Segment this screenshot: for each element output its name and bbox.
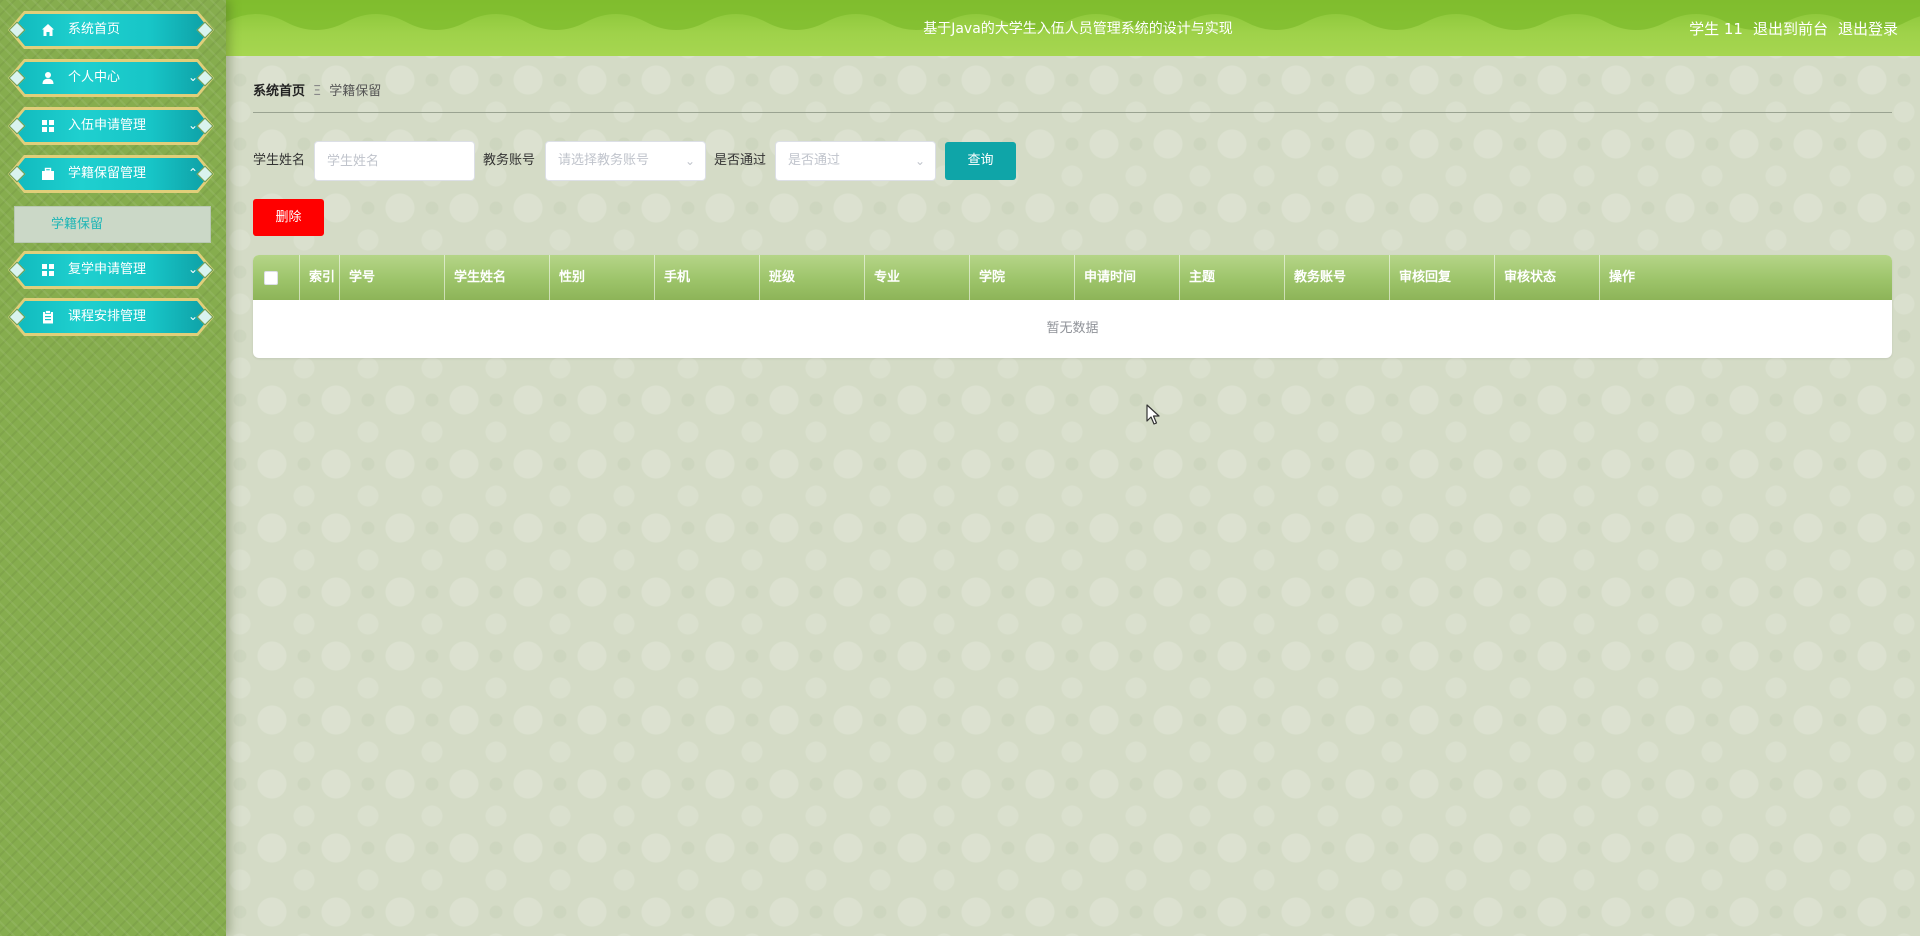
column-header: 审核回复: [1390, 255, 1495, 300]
select-all-cell: [253, 255, 300, 300]
select-all-checkbox[interactable]: [264, 271, 278, 285]
column-header: 申请时间: [1075, 255, 1180, 300]
chevron-up-icon: ⌃: [187, 166, 198, 180]
clipboard-icon: [40, 309, 56, 325]
breadcrumb-separator: Ξ: [313, 84, 322, 99]
sidebar: 系统首页 个人中心 ⌄ 入伍申请管理 ⌄ 学籍保留管理 ⌃ 学籍保留 复学申请管…: [0, 0, 226, 936]
logout-link[interactable]: 退出登录: [1838, 19, 1898, 39]
chevron-down-icon: ⌄: [187, 309, 198, 323]
table-header: 索引 学号 学生姓名 性别 手机 班级 专业 学院 申请时间 主题 教务账号 审…: [253, 255, 1892, 300]
student-name-input[interactable]: [314, 141, 475, 181]
top-bar: 基于Java的大学生入伍人员管理系统的设计与实现 学生 11 退出到前台 退出登…: [226, 0, 1920, 56]
column-header: 操作: [1609, 270, 1636, 285]
home-icon: [40, 22, 56, 38]
pass-status-select[interactable]: 是否通过 ⌄: [775, 141, 936, 181]
column-header: 学院: [970, 255, 1075, 300]
column-header: 班级: [760, 255, 865, 300]
student-name-label: 学生姓名: [253, 153, 306, 168]
current-user: 学生 11: [1689, 20, 1743, 38]
mouse-cursor-icon: [1146, 404, 1160, 425]
breadcrumb: 系统首页 Ξ 学籍保留: [253, 82, 1892, 113]
sidebar-item-course-schedule[interactable]: 课程安排管理 ⌄: [8, 298, 214, 336]
sidebar-item-label: 复学申请管理: [68, 262, 147, 277]
column-header: 学生姓名: [445, 255, 550, 300]
sidebar-item-personal-center[interactable]: 个人中心 ⌄: [8, 59, 214, 97]
sidebar-item-resume-study[interactable]: 复学申请管理 ⌄: [8, 251, 214, 289]
column-header: 手机: [655, 255, 760, 300]
sidebar-item-home[interactable]: 系统首页: [8, 11, 214, 49]
column-header: 审核状态: [1495, 255, 1600, 300]
pass-status-label: 是否通过: [714, 153, 767, 168]
chevron-down-icon: ⌄: [187, 262, 198, 276]
pass-status-select-placeholder: 是否通过: [788, 153, 841, 168]
user-menu: 学生 11 退出到前台 退出登录: [1689, 19, 1898, 39]
column-header: 专业: [865, 255, 970, 300]
account-select-placeholder: 请选择教务账号: [558, 153, 650, 168]
grid-icon: [40, 262, 56, 278]
sidebar-item-enlist-application[interactable]: 入伍申请管理 ⌄: [8, 107, 214, 145]
sidebar-item-status-retention[interactable]: 学籍保留管理 ⌃: [8, 155, 214, 193]
chevron-down-icon: ⌄: [914, 154, 925, 168]
account-select[interactable]: 请选择教务账号 ⌄: [545, 141, 706, 181]
submenu-item-status-retention[interactable]: 学籍保留: [14, 206, 211, 243]
account-label: 教务账号: [483, 153, 536, 168]
column-header: 学号: [340, 255, 445, 300]
chevron-down-icon: ⌄: [684, 154, 695, 168]
empty-state: 暂无数据: [1046, 321, 1099, 336]
column-header: 性别: [550, 255, 655, 300]
sidebar-item-label: 系统首页: [68, 22, 121, 37]
delete-button[interactable]: 删除: [253, 199, 324, 236]
user-icon: [40, 70, 56, 86]
column-header: 教务账号: [1285, 255, 1390, 300]
sidebar-item-label: 课程安排管理: [68, 309, 147, 324]
sidebar-item-label: 学籍保留管理: [68, 166, 147, 181]
back-to-front-link[interactable]: 退出到前台: [1753, 19, 1828, 39]
query-button[interactable]: 查询: [945, 142, 1016, 180]
breadcrumb-home[interactable]: 系统首页: [253, 84, 305, 99]
chevron-down-icon: ⌄: [187, 118, 198, 132]
page-title: 基于Java的大学生入伍人员管理系统的设计与实现: [923, 21, 1233, 37]
grid-icon: [40, 118, 56, 134]
sidebar-item-label: 个人中心: [68, 70, 121, 85]
sidebar-item-label: 入伍申请管理: [68, 118, 147, 133]
chevron-down-icon: ⌄: [187, 70, 198, 84]
column-header: 索引: [300, 255, 340, 300]
data-table: 索引 学号 学生姓名 性别 手机 班级 专业 学院 申请时间 主题 教务账号 审…: [253, 255, 1892, 358]
briefcase-icon: [40, 166, 56, 182]
breadcrumb-current: 学籍保留: [329, 84, 382, 99]
column-header: 主题: [1180, 255, 1285, 300]
